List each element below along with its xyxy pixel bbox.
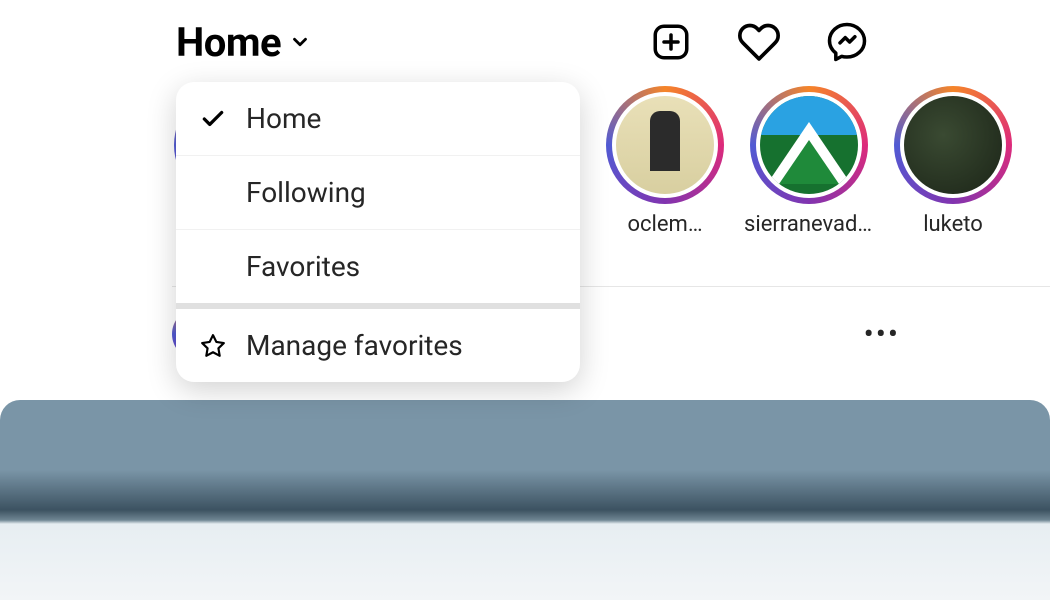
avatar — [760, 96, 858, 194]
messenger-button[interactable] — [824, 19, 870, 65]
post-more-button[interactable]: ••• — [864, 317, 900, 352]
activity-button[interactable] — [736, 19, 782, 65]
menu-item-label: Manage favorites — [246, 329, 463, 362]
new-post-button[interactable] — [648, 19, 694, 65]
star-icon — [198, 331, 228, 361]
avatar — [904, 96, 1002, 194]
feed-selector-menu: Home Following Favorites Manage favorite… — [176, 82, 580, 382]
story-item[interactable]: luketo — [892, 86, 1014, 237]
header-actions — [648, 19, 870, 65]
story-ring — [750, 86, 868, 204]
feed-selector-button[interactable]: Home — [176, 19, 311, 66]
feed-selector-label: Home — [176, 19, 281, 66]
more-icon: ••• — [864, 317, 900, 352]
menu-item-home[interactable]: Home — [176, 82, 580, 156]
menu-item-favorites[interactable]: Favorites — [176, 230, 580, 303]
menu-item-label: Favorites — [246, 250, 360, 283]
story-username: sierranevada… — [744, 212, 874, 237]
story-ring — [894, 86, 1012, 204]
menu-item-manage-favorites[interactable]: Manage favorites — [176, 309, 580, 382]
menu-item-following[interactable]: Following — [176, 156, 580, 230]
app-header: Home — [0, 8, 1050, 76]
chevron-down-icon — [289, 31, 311, 53]
post-image[interactable] — [0, 400, 1050, 600]
empty-slot-icon — [198, 252, 228, 282]
menu-item-label: Home — [246, 102, 321, 135]
avatar — [616, 96, 714, 194]
story-ring — [606, 86, 724, 204]
story-username: oclem… — [627, 212, 702, 237]
check-icon — [198, 104, 228, 134]
menu-item-label: Following — [246, 176, 366, 209]
story-item[interactable]: oclem… — [604, 86, 726, 237]
empty-slot-icon — [198, 178, 228, 208]
story-username: luketo — [923, 212, 983, 237]
story-item[interactable]: sierranevada… — [748, 86, 870, 237]
